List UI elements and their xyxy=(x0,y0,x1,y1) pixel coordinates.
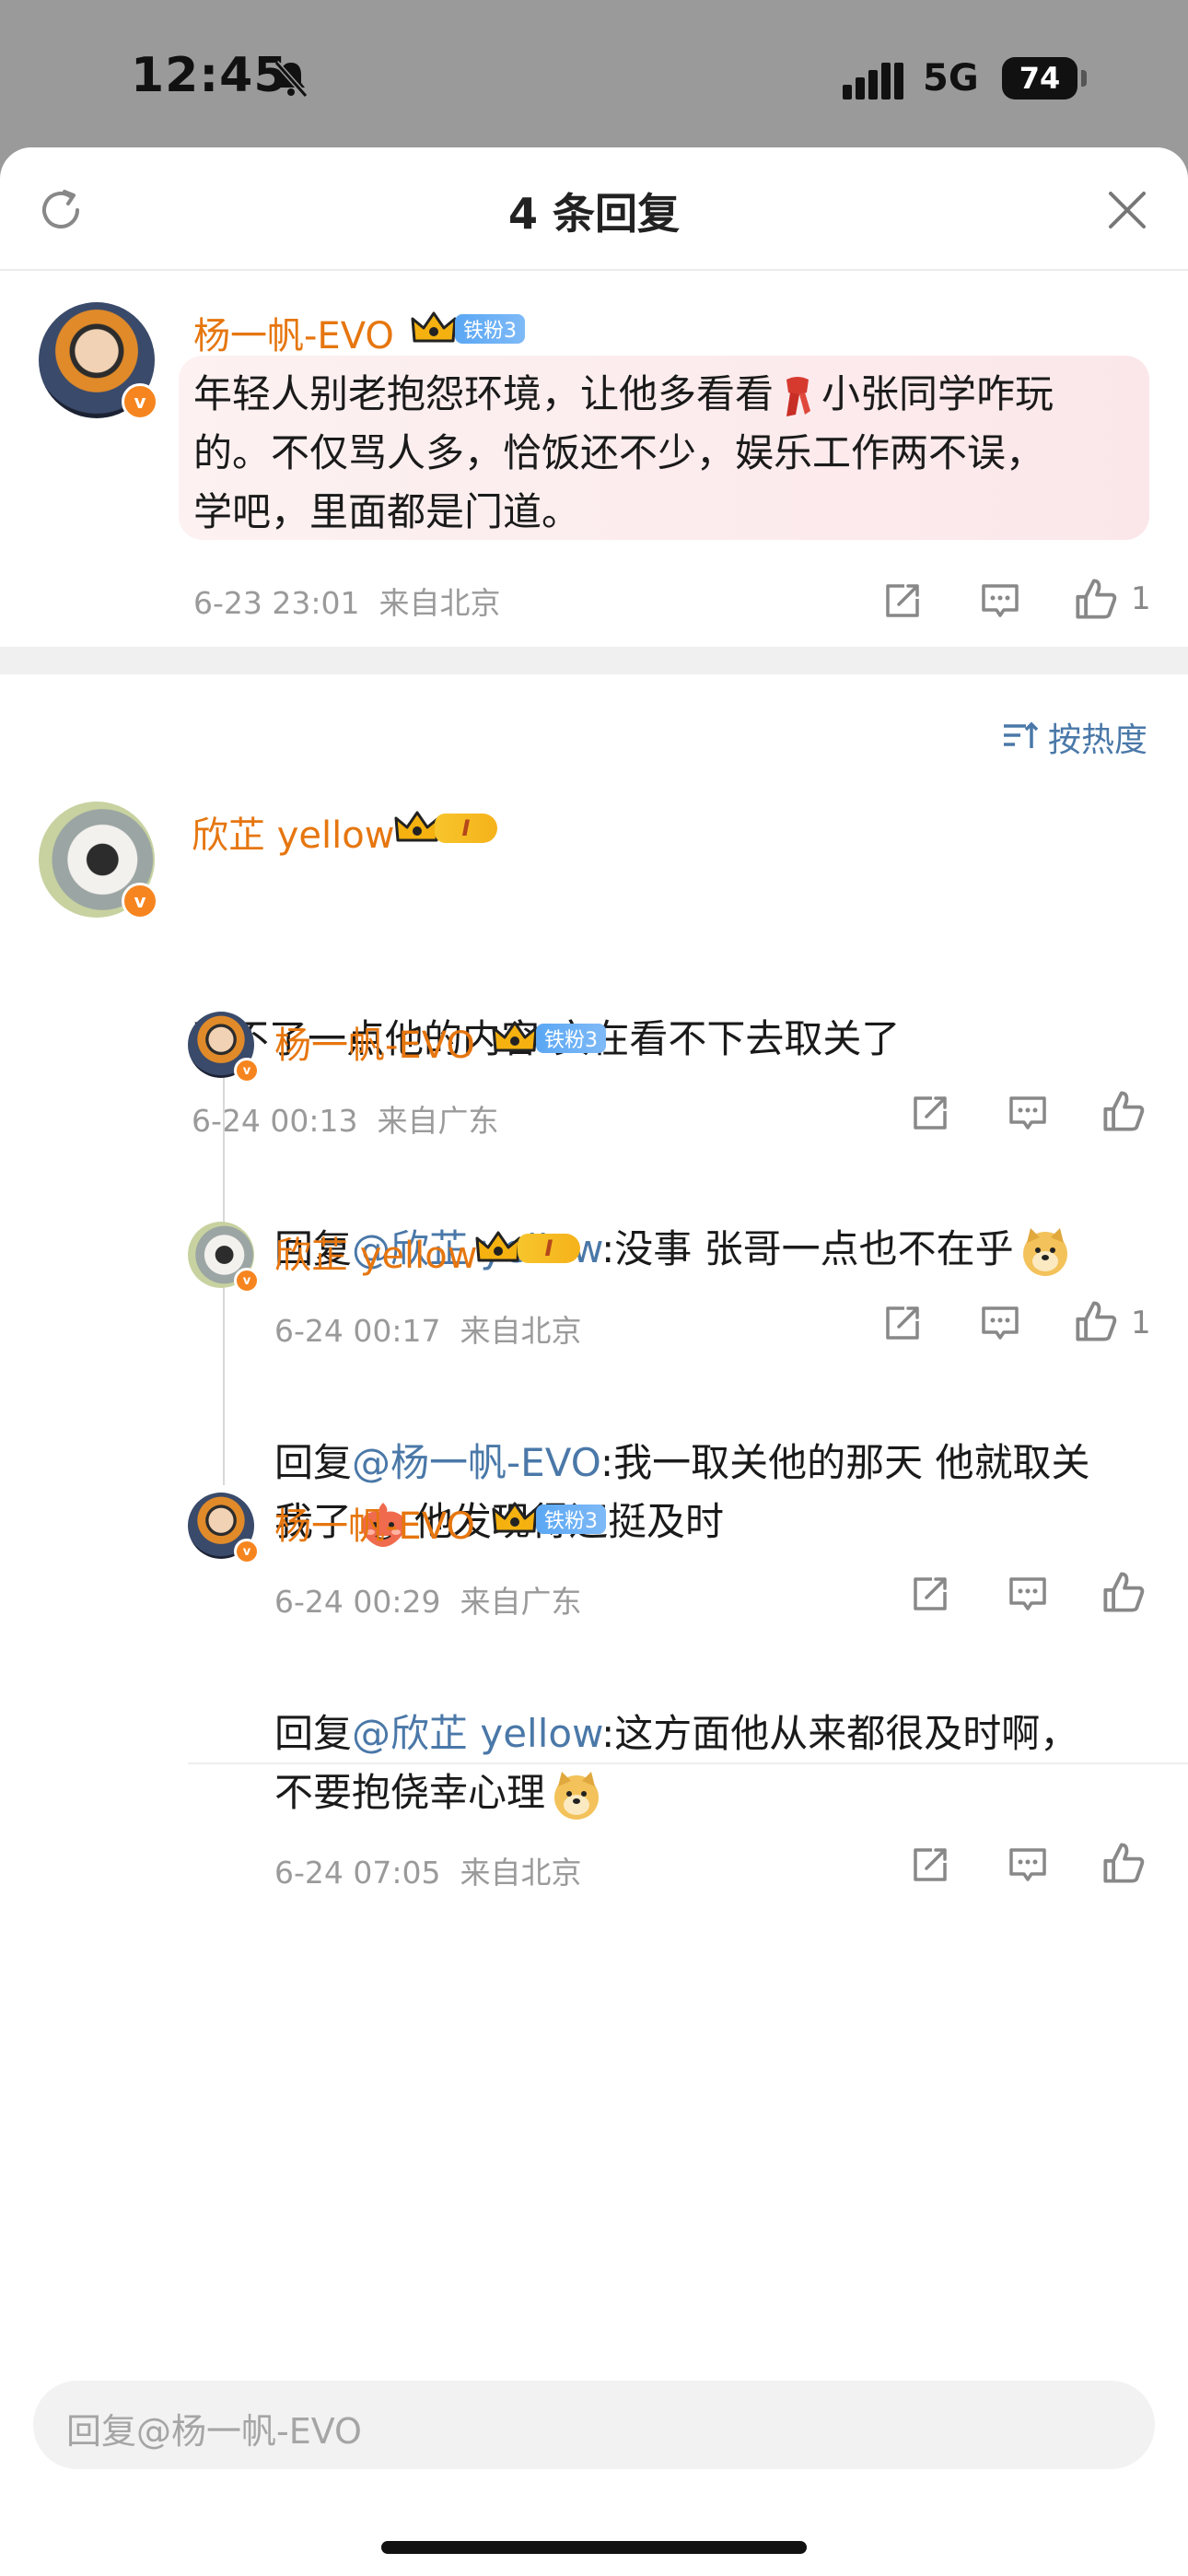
crown-icon xyxy=(475,1231,521,1262)
comment-location: 来自广东 xyxy=(377,1103,499,1139)
comment-time: 6-24 00:13 xyxy=(192,1103,358,1139)
mention-link[interactable]: @欣芷 yellow xyxy=(352,1711,601,1756)
reply-location: 来自北京 xyxy=(460,1855,582,1891)
level-badge: I xyxy=(518,1234,580,1263)
status-bar: 12:45 5G 74 xyxy=(0,0,1188,147)
comment-meta: 6-23 23:01 来自北京 xyxy=(193,579,500,623)
divider xyxy=(188,1762,1188,1764)
avatar[interactable]: v xyxy=(188,1012,260,1083)
scarf-emoji xyxy=(786,376,811,416)
reply-time: 6-24 00:29 xyxy=(274,1584,441,1620)
like-icon[interactable] xyxy=(1074,577,1118,621)
verified-icon: v xyxy=(234,1539,260,1564)
verified-icon: v xyxy=(122,883,158,919)
fan-badge: 铁粉3 xyxy=(536,1024,606,1053)
reply-meta: 6-24 07:05 来自北京 xyxy=(274,1848,581,1892)
comment-icon[interactable] xyxy=(980,1303,1020,1343)
avatar[interactable]: v xyxy=(188,1222,260,1294)
doge-emoji xyxy=(1022,1227,1067,1276)
mention-link[interactable]: @杨一帆-EVO xyxy=(352,1440,600,1485)
comment-icon[interactable] xyxy=(1007,1844,1048,1885)
reply-meta: 6-24 00:17 来自北京 xyxy=(274,1306,581,1351)
comment-time: 6-23 23:01 xyxy=(193,585,360,621)
username[interactable]: 杨一帆-EVO xyxy=(274,1015,475,1069)
fan-badge: 铁粉3 xyxy=(455,314,525,344)
sort-icon[interactable] xyxy=(1002,717,1039,754)
reply-time: 6-24 07:05 xyxy=(274,1855,441,1891)
share-icon[interactable] xyxy=(882,580,923,621)
like-icon[interactable] xyxy=(1101,1570,1146,1614)
username[interactable]: 杨一帆-EVO xyxy=(274,1496,475,1550)
reply-location: 来自北京 xyxy=(460,1313,582,1349)
fan-badge: 铁粉3 xyxy=(536,1505,606,1534)
avatar[interactable]: v xyxy=(39,302,158,420)
comment-meta: 6-24 00:13 来自广东 xyxy=(192,1096,498,1141)
verified-icon: v xyxy=(234,1268,260,1294)
comment-icon[interactable] xyxy=(980,580,1020,621)
comment-icon[interactable] xyxy=(1007,1093,1048,1133)
comment-text: 年轻人别老抱怨环境，让他多看看 小张同学咋玩 的。不仅骂人多，恰饭还不少，娱乐工… xyxy=(193,371,1054,534)
verified-icon: v xyxy=(234,1058,260,1083)
verified-icon: v xyxy=(122,383,158,420)
comment-location: 来自北京 xyxy=(379,585,501,621)
page-title: 4 条回复 xyxy=(507,189,681,239)
comment-icon[interactable] xyxy=(1007,1574,1048,1614)
battery-cap xyxy=(1081,70,1087,87)
sort-by-hot[interactable]: 按热度 xyxy=(1048,713,1147,761)
doge-emoji xyxy=(554,1771,600,1820)
avatar[interactable]: v xyxy=(188,1493,260,1564)
username[interactable]: 杨一帆-EVO xyxy=(193,306,394,359)
username[interactable]: 欣芷 yellow xyxy=(274,1225,477,1279)
reply-input[interactable]: 回复@杨一帆-EVO xyxy=(33,2381,1155,2469)
status-time: 12:45 xyxy=(131,48,288,103)
home-indicator[interactable] xyxy=(381,2541,807,2554)
share-icon[interactable] xyxy=(882,1303,923,1343)
sheet-header: 4 条回复 xyxy=(0,147,1188,271)
reply-meta: 6-24 00:29 来自广东 xyxy=(274,1577,581,1622)
avatar[interactable]: v xyxy=(39,802,158,919)
share-icon[interactable] xyxy=(910,1574,950,1614)
like-count: 1 xyxy=(1131,1305,1151,1341)
signal-icon xyxy=(843,63,903,100)
like-count: 1 xyxy=(1131,580,1151,617)
like-icon[interactable] xyxy=(1101,1841,1146,1885)
reply-input-placeholder: 回复@杨一帆-EVO xyxy=(66,2411,362,2452)
like-icon[interactable] xyxy=(1074,1299,1118,1343)
level-badge: I xyxy=(435,814,497,843)
reply-time: 6-24 00:17 xyxy=(274,1313,441,1349)
close-icon[interactable] xyxy=(1105,188,1149,232)
crown-icon xyxy=(411,311,457,343)
like-icon[interactable] xyxy=(1101,1089,1146,1133)
network-type: 5G xyxy=(923,57,979,100)
bell-muted-icon xyxy=(274,61,309,98)
replies-sheet: 4 条回复 v 杨一帆-EVO 铁粉3 年轻人别老抱怨环境，让他多看看 小张同学… xyxy=(0,147,1188,2576)
crown-icon xyxy=(394,811,440,842)
crown-icon xyxy=(492,1502,538,1533)
crown-icon xyxy=(492,1021,538,1052)
battery-level: 74 xyxy=(1002,57,1077,100)
reply-location: 来自广东 xyxy=(460,1584,582,1620)
share-icon[interactable] xyxy=(910,1844,950,1885)
section-divider xyxy=(0,647,1188,674)
share-icon[interactable] xyxy=(910,1093,950,1133)
username[interactable]: 欣芷 yellow xyxy=(192,805,394,859)
